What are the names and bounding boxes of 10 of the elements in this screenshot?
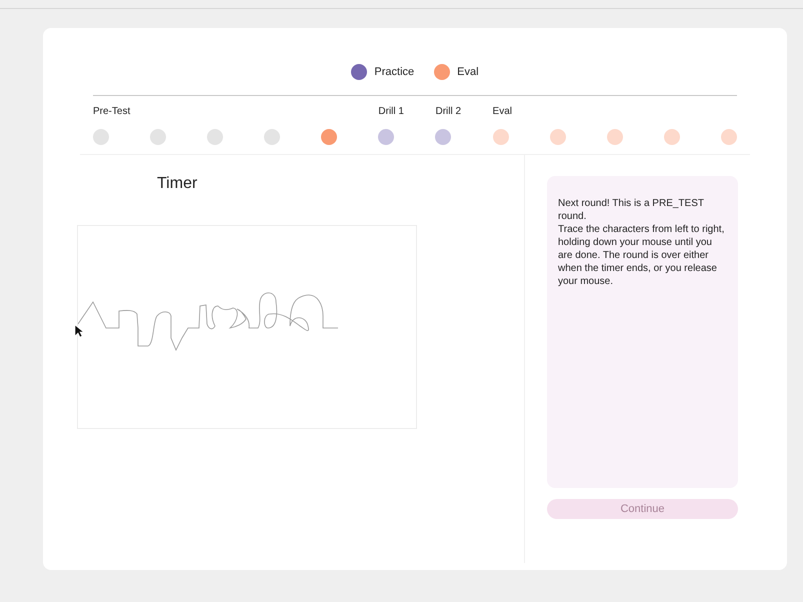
cursor-icon <box>74 324 84 338</box>
round-label: Eval <box>492 105 512 119</box>
round-label: Pre-Test <box>93 105 130 119</box>
instruction-text: Next round! This is a PRE_TEST round. <box>558 197 705 223</box>
legend-label: Eval <box>457 66 479 78</box>
instruction-text: Trace the characters from left to right, holding down your mouse until you are done. The round is over either when the timer ends, or you release your mouse. <box>558 223 726 288</box>
round-label: Drill 1 <box>378 105 404 119</box>
timer-label: Timer <box>157 175 198 193</box>
legend-label: Practice <box>374 66 414 78</box>
round-label: Drill 2 <box>435 105 462 119</box>
